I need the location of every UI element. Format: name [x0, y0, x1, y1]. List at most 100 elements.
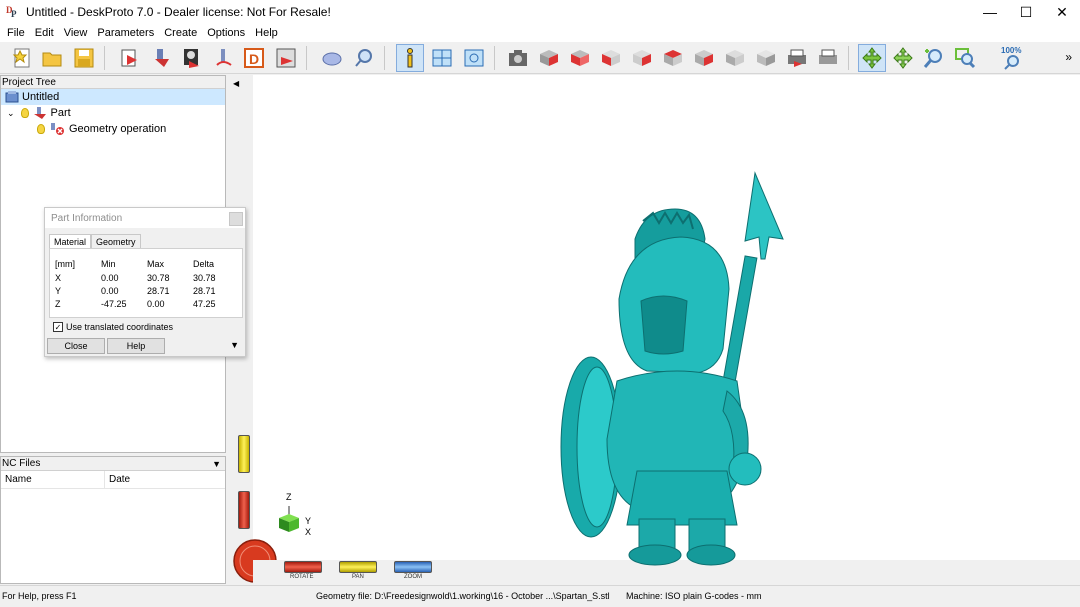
- preview-icon[interactable]: [350, 44, 378, 72]
- pan-vertical-slider[interactable]: [238, 435, 250, 473]
- axis-y-label: Y: [305, 516, 312, 526]
- row-x-min: 0.00: [101, 273, 119, 283]
- camera-icon[interactable]: [504, 44, 532, 72]
- tree-operation-label: Geometry operation: [69, 123, 167, 135]
- part-information-dialog: Part Information Material Geometry [mm] …: [44, 207, 246, 357]
- tree-node-part[interactable]: ⌄ Part: [1, 105, 225, 121]
- pan-icon[interactable]: [889, 44, 917, 72]
- table-header-row: [mm] Min Max Delta: [50, 259, 242, 273]
- axis-cube-icon: [279, 506, 299, 532]
- dimensions-table: [mm] Min Max Delta X 0.00 30.78 30.78 Y …: [49, 248, 243, 318]
- rotate-slider[interactable]: [284, 561, 322, 573]
- view-iso2-icon[interactable]: [752, 44, 780, 72]
- layout-icon[interactable]: [428, 44, 456, 72]
- tree-node-geometry-operation[interactable]: Geometry operation: [1, 121, 225, 137]
- menu-edit[interactable]: Edit: [30, 27, 59, 39]
- header-unit: [mm]: [55, 259, 75, 269]
- window-title: Untitled - DeskProto 7.0 - Dealer licens…: [26, 5, 331, 19]
- view-bottom-icon[interactable]: [690, 44, 718, 72]
- header-max: Max: [147, 259, 165, 269]
- status-geometry-file: Geometry file: D:\Freedesignwold\1.worki…: [316, 591, 610, 601]
- menu-create[interactable]: Create: [159, 27, 202, 39]
- d-icon[interactable]: D: [240, 44, 268, 72]
- maximize-button[interactable]: ☐: [1008, 0, 1044, 24]
- export-icon[interactable]: [272, 44, 300, 72]
- bulb-icon[interactable]: [20, 108, 29, 118]
- tab-geometry[interactable]: Geometry: [91, 234, 141, 249]
- view-top-icon[interactable]: [659, 44, 687, 72]
- row-y-axis: Y: [55, 286, 62, 296]
- help-button[interactable]: Help: [107, 338, 165, 354]
- tree-root-label: Untitled: [22, 91, 60, 103]
- close-button[interactable]: Close: [47, 338, 105, 354]
- row-y-min: 0.00: [101, 286, 119, 296]
- tree-node-root[interactable]: Untitled: [1, 89, 225, 105]
- toolbar-overflow-button[interactable]: »: [1065, 50, 1072, 64]
- zoom-window-icon[interactable]: [951, 44, 979, 72]
- view-front-icon[interactable]: [535, 44, 563, 72]
- menu-help[interactable]: Help: [250, 27, 283, 39]
- print-setup-icon[interactable]: [814, 44, 842, 72]
- 3d-viewport[interactable]: ◀ ROTATE PAN ZOOM Z Y X: [229, 75, 1080, 585]
- row-z-min: -47.25: [101, 299, 127, 309]
- bitmap-icon[interactable]: [178, 44, 206, 72]
- view-iso-icon[interactable]: [721, 44, 749, 72]
- spartan-3d-model[interactable]: [547, 151, 797, 571]
- nc-files-columns: Name Date: [1, 471, 225, 489]
- header-delta: Delta: [193, 259, 215, 269]
- row-y-max: 28.71: [147, 286, 170, 296]
- nc-files-title: NC Files: [2, 458, 41, 469]
- dialog-close-icon[interactable]: [229, 212, 243, 226]
- view-right-icon[interactable]: [628, 44, 656, 72]
- nc-files-panel: NC Files ▼ Name Date: [0, 456, 226, 584]
- dropdown-icon[interactable]: ▼: [212, 457, 221, 471]
- bulb-icon[interactable]: [37, 124, 45, 134]
- expand-dialog-icon[interactable]: ▼: [230, 340, 239, 350]
- collapse-panel-icon[interactable]: ◀: [233, 79, 239, 88]
- toolpath-icon[interactable]: [210, 44, 238, 72]
- row-x-delta: 30.78: [193, 273, 216, 283]
- zoom-100-label: 100%: [1001, 46, 1021, 55]
- project-icon: [5, 91, 19, 103]
- table-row: Z -47.25 0.00 47.25: [50, 299, 242, 313]
- project-tree-header: Project Tree: [1, 76, 225, 89]
- zoom-100-icon[interactable]: 100%: [998, 44, 1026, 72]
- pan-label: PAN: [352, 574, 364, 580]
- shapes-icon[interactable]: [318, 44, 346, 72]
- zoom-in-icon[interactable]: [920, 44, 948, 72]
- view-left-icon[interactable]: [597, 44, 625, 72]
- minimize-button[interactable]: —: [972, 0, 1008, 24]
- close-window-button[interactable]: ✕: [1044, 0, 1080, 24]
- menu-view[interactable]: View: [59, 27, 93, 39]
- info-icon[interactable]: [396, 44, 424, 72]
- translated-coords-checkbox[interactable]: ✓: [53, 322, 63, 332]
- rotate-vertical-slider[interactable]: [238, 491, 250, 529]
- translated-coords-label: Use translated coordinates: [66, 322, 174, 332]
- table-row: X 0.00 30.78 30.78: [50, 273, 242, 287]
- load-geometry-icon[interactable]: [116, 44, 144, 72]
- nc-col-name[interactable]: Name: [1, 471, 105, 488]
- translated-coords-option[interactable]: ✓ Use translated coordinates: [53, 322, 173, 332]
- nc-files-header[interactable]: NC Files ▼: [1, 457, 225, 471]
- row-x-axis: X: [55, 273, 62, 283]
- menu-options[interactable]: Options: [202, 27, 250, 39]
- header-min: Min: [101, 259, 116, 269]
- chevron-down-icon[interactable]: ⌄: [7, 108, 15, 119]
- view-back-icon[interactable]: [566, 44, 594, 72]
- tab-material[interactable]: Material: [49, 234, 92, 249]
- menu-file[interactable]: File: [2, 27, 30, 39]
- rotate-icon[interactable]: [858, 44, 886, 72]
- zoom-slider[interactable]: [394, 561, 432, 573]
- new-project-icon[interactable]: [8, 44, 36, 72]
- print-icon[interactable]: [783, 44, 811, 72]
- pan-slider[interactable]: [339, 561, 377, 573]
- open-icon[interactable]: [38, 44, 66, 72]
- menu-parameters[interactable]: Parameters: [92, 27, 159, 39]
- nc-col-date[interactable]: Date: [105, 474, 130, 485]
- part-icon[interactable]: [148, 44, 176, 72]
- status-bar: For Help, press F1 Geometry file: D:\Fre…: [0, 585, 1080, 607]
- row-y-delta: 28.71: [193, 286, 216, 296]
- save-icon[interactable]: [70, 44, 98, 72]
- view-icon[interactable]: [460, 44, 488, 72]
- row-z-max: 0.00: [147, 299, 165, 309]
